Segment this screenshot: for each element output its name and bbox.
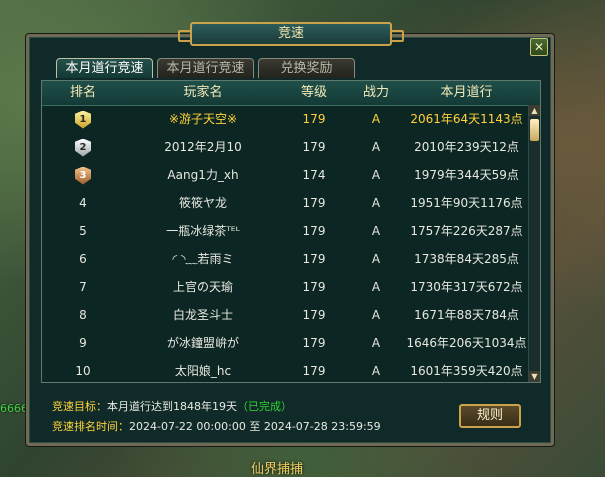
ranking-table: 排名 玩家名 等级 战力 本月道行 1 ※游子天空※ 179 A 2061年64… [41,80,541,383]
rank-cell: 2 [42,133,124,161]
rules-button[interactable]: 规则 [459,404,521,428]
player-power: A [371,196,381,210]
bronze-medal-icon: 3 [75,166,91,185]
player-power: A [371,112,381,126]
column-level: 等级 [300,85,327,100]
rank-cell: 8 [79,308,87,322]
player-monthly-daoxing: 1979年344天59点 [414,168,519,182]
table-row[interactable]: 2 2012年2月10 179 A 2010年239天12点 [42,133,527,161]
close-icon: ✕ [533,40,545,54]
player-monthly-daoxing: 1738年84天285点 [414,252,519,266]
table-row[interactable]: 7 上官の天瑜 179 A 1730年317天672点 [42,273,527,301]
player-monthly-daoxing: 1601年359天420点 [410,364,523,378]
player-level: 179 [302,308,326,322]
rank-cell: 9 [79,336,87,350]
player-monthly-daoxing: 1951年90天1176点 [410,196,523,210]
player-level: 179 [302,336,326,350]
race-goal-value: 本月道行达到1848年19天 [107,400,237,413]
race-goal-status: （已完成） [237,400,292,413]
player-power: A [371,140,381,154]
background-number: 6666 [0,402,28,415]
gold-medal-icon: 1 [75,110,91,129]
player-name: 筱筱ヤ龙 [178,196,227,210]
table-row[interactable]: 10 太阳娘_hc 179 A 1601年359天420点 [42,357,527,382]
player-monthly-daoxing: 2061年64天1143点 [410,112,523,126]
player-power: A [371,168,381,182]
table-row[interactable]: 6 ◜ ◝﹏若雨ミ 179 A 1738年84天285点 [42,245,527,273]
tab-monthly-race-2[interactable]: 本月道行竞速 [157,58,254,78]
table-header: 排名 玩家名 等级 战力 本月道行 [42,81,540,106]
table-row[interactable]: 9 が冰鐘盟峅が 179 A 1646年206天1034点 [42,329,527,357]
column-rank: 排名 [69,85,96,100]
race-time-label: 竞速排名时间： [52,420,129,433]
rank-cell: 7 [79,280,87,294]
player-name: 白龙圣斗士 [172,308,233,322]
player-power: A [371,224,381,238]
player-level: 179 [302,280,326,294]
player-name: 太阳娘_hc [174,364,232,378]
player-name: ※游子天空※ [168,112,238,126]
rank-cell: 6 [79,252,87,266]
table-row[interactable]: 3 Aang1力_xh 174 A 1979年344天59点 [42,161,527,189]
player-level: 179 [302,364,326,378]
race-time: 竞速排名时间：2024-07-22 00:00:00 至 2024-07-28 … [52,418,381,434]
player-name: ◜ ◝﹏若雨ミ [172,252,234,266]
column-power: 战力 [362,85,389,100]
player-level: 179 [302,140,326,154]
table-scrollbar[interactable]: ▲ ▼ [528,105,540,382]
player-name: Aang1力_xh [167,168,239,182]
player-monthly-daoxing: 1757年226天287点 [410,224,523,238]
rank-cell: 1 [42,105,124,133]
rank-cell: 4 [79,196,87,210]
player-level: 179 [302,224,326,238]
player-power: A [371,280,381,294]
player-monthly-daoxing: 1671年88天784点 [414,308,519,322]
scroll-down-icon[interactable]: ▼ [529,371,540,382]
race-goal: 竞速目标：本月道行达到1848年19天（已完成） [52,398,292,414]
silver-medal-icon: 2 [75,138,91,157]
player-level: 179 [302,112,326,126]
player-power: A [371,336,381,350]
player-monthly-daoxing: 2010年239天12点 [414,140,519,154]
background-caption: 仙界捕捕 [250,462,303,477]
close-button[interactable]: ✕ [530,38,548,56]
player-name: 上官の天瑜 [172,280,233,294]
tab-exchange-rewards[interactable]: 兑换奖励 [258,58,355,78]
window-title: 竞速 [178,22,404,46]
scroll-thumb[interactable] [530,119,539,141]
player-name: 2012年2月10 [164,140,242,154]
tab-monthly-race[interactable]: 本月道行竞速 [56,58,153,78]
rank-cell: 3 [42,161,124,189]
rank-cell: 10 [75,364,91,378]
column-monthly-daoxing: 本月道行 [440,85,493,100]
player-name: 一瓶冰绿茶ᵀᴱᴸ [166,224,240,238]
player-level: 179 [302,196,326,210]
player-monthly-daoxing: 1730年317天672点 [410,280,523,294]
player-name: が冰鐘盟峅が [166,336,239,350]
table-row[interactable]: 4 筱筱ヤ龙 179 A 1951年90天1176点 [42,189,527,217]
player-monthly-daoxing: 1646年206天1034点 [406,336,527,350]
scroll-up-icon[interactable]: ▲ [529,105,540,116]
player-power: A [371,308,381,322]
table-row[interactable]: 1 ※游子天空※ 179 A 2061年64天1143点 [42,105,527,133]
rank-cell: 5 [79,224,87,238]
player-level: 179 [302,252,326,266]
race-goal-label: 竞速目标： [52,400,107,413]
player-power: A [371,364,381,378]
race-time-value: 2024-07-22 00:00:00 至 2024-07-28 23:59:5… [129,420,381,433]
table-row[interactable]: 8 白龙圣斗士 179 A 1671年88天784点 [42,301,527,329]
player-level: 174 [302,168,326,182]
player-power: A [371,252,381,266]
column-player-name: 玩家名 [183,85,223,100]
table-row[interactable]: 5 一瓶冰绿茶ᵀᴱᴸ 179 A 1757年226天287点 [42,217,527,245]
